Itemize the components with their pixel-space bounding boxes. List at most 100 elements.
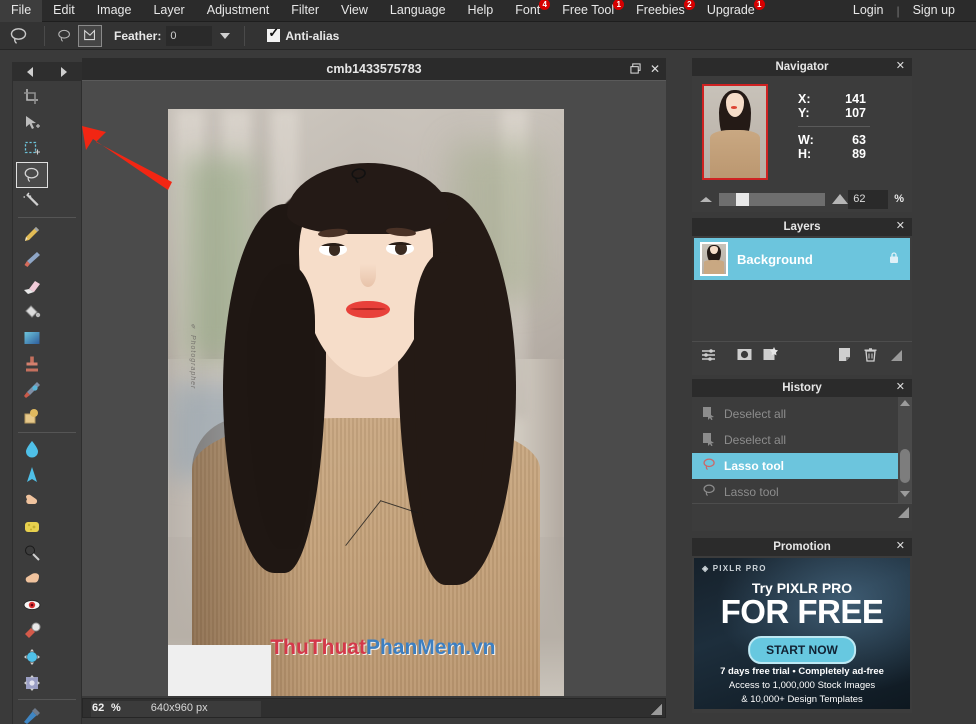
- menu-item-edit[interactable]: Edit: [42, 0, 86, 22]
- navigator-divider: [798, 126, 870, 127]
- menu-label: Language: [390, 3, 446, 17]
- scroll-down-arrow-icon[interactable]: [900, 491, 910, 497]
- layer-settings-icon[interactable]: [700, 347, 716, 363]
- history-list[interactable]: Deselect all Deselect all Lasso tool Las…: [692, 397, 912, 503]
- zoom-slider-track[interactable]: [719, 193, 825, 206]
- close-icon[interactable]: ✕: [896, 539, 905, 552]
- navigator-thumbnail[interactable]: [702, 84, 768, 180]
- scroll-up-arrow-icon[interactable]: [900, 400, 910, 406]
- menu-item-filter[interactable]: Filter: [280, 0, 330, 22]
- menu-item-file[interactable]: File: [0, 0, 42, 22]
- paint-bucket-tool[interactable]: [16, 299, 48, 325]
- delete-layer-icon[interactable]: [862, 347, 878, 363]
- login-link[interactable]: Login: [842, 0, 895, 22]
- zoom-in-large-icon[interactable]: [832, 194, 848, 204]
- promotion-ad-banner[interactable]: ◈ PIXLR PRO Try PIXLR PRO FOR FREE START…: [694, 558, 910, 709]
- close-icon[interactable]: ✕: [896, 380, 905, 393]
- menu-item-language[interactable]: Language: [379, 0, 457, 22]
- options-divider-2: [244, 26, 245, 46]
- tools-panel-header: [13, 63, 81, 81]
- clone-stamp-tool[interactable]: [16, 351, 48, 377]
- layer-row[interactable]: Background: [694, 238, 910, 280]
- zoom-value-field[interactable]: 62: [848, 190, 888, 209]
- menu-item-layer[interactable]: Layer: [142, 0, 195, 22]
- history-item[interactable]: Lasso tool: [692, 479, 912, 503]
- tools-divider-3: [18, 699, 76, 700]
- lock-icon[interactable]: [888, 251, 900, 267]
- menu-badge-free-tool: 1: [613, 0, 624, 10]
- menu-item-font[interactable]: Font 4: [504, 0, 551, 22]
- lasso-polygon-mode-button[interactable]: [78, 25, 102, 47]
- start-now-button[interactable]: START NOW: [748, 636, 856, 664]
- canvas-area[interactable]: ✎ Photographer ThuThuatPhanMem.vn: [82, 80, 666, 696]
- crop-tool[interactable]: [16, 84, 48, 110]
- antialias-checkbox[interactable]: [267, 29, 280, 42]
- move-tool[interactable]: [16, 110, 48, 136]
- promotion-feature-line-3: & 10,000+ Design Templates: [694, 694, 910, 705]
- sponge-tool[interactable]: [16, 514, 48, 540]
- menu-item-view[interactable]: View: [330, 0, 379, 22]
- antialias-toggle[interactable]: Anti-alias: [267, 29, 339, 43]
- history-scrollbar[interactable]: [898, 397, 912, 503]
- restore-window-icon[interactable]: [630, 63, 641, 76]
- document-title-bar[interactable]: cmb1433575783 ✕: [82, 58, 666, 80]
- zoom-out-small-icon[interactable]: [700, 197, 712, 202]
- zoom-slider-knob[interactable]: [736, 193, 749, 206]
- menu-item-adjustment[interactable]: Adjustment: [196, 0, 281, 22]
- replace-color-tool[interactable]: [16, 377, 48, 403]
- menu-item-freebies[interactable]: Freebies 2: [625, 0, 696, 22]
- arrow-left-icon[interactable]: [27, 67, 33, 77]
- photo-canvas[interactable]: ✎ Photographer ThuThuatPhanMem.vn: [168, 109, 564, 696]
- close-icon[interactable]: ✕: [896, 59, 905, 72]
- color-picker-tool[interactable]: [16, 703, 48, 724]
- history-resize-grip-icon[interactable]: [897, 505, 909, 523]
- layer-style-icon[interactable]: [762, 347, 778, 363]
- spot-heal-tool[interactable]: [16, 618, 48, 644]
- document-action-icon: [700, 406, 718, 423]
- resize-grip-icon[interactable]: [651, 704, 662, 715]
- sharpen-tool[interactable]: [16, 462, 48, 488]
- brush-tool[interactable]: [16, 247, 48, 273]
- close-icon[interactable]: ✕: [896, 219, 905, 232]
- size-w-value: 63: [824, 133, 866, 147]
- navigator-header: Navigator ✕: [692, 58, 912, 76]
- pinch-tool[interactable]: [16, 670, 48, 696]
- scrollbar-thumb[interactable]: [900, 449, 910, 483]
- size-w-key: W:: [798, 133, 824, 147]
- gradient-tool[interactable]: [16, 325, 48, 351]
- status-zoom-value[interactable]: 62: [83, 702, 105, 714]
- coord-y-key: Y:: [798, 106, 824, 120]
- history-item-label: Deselect all: [724, 407, 786, 421]
- bloat-tool[interactable]: [16, 644, 48, 670]
- portrait-eye-right: [386, 242, 414, 254]
- history-item-selected[interactable]: Lasso tool: [692, 453, 912, 479]
- history-item[interactable]: Deselect all: [692, 401, 912, 427]
- layers-resize-grip-icon[interactable]: [888, 347, 904, 363]
- lasso-tool[interactable]: [16, 162, 48, 188]
- menu-item-free-tool[interactable]: Free Tool 1: [551, 0, 625, 22]
- tools-panel: A: [12, 62, 82, 724]
- lasso-free-mode-button[interactable]: [53, 25, 77, 47]
- pencil-tool[interactable]: [16, 221, 48, 247]
- close-icon[interactable]: ✕: [650, 63, 660, 75]
- smudge-tool[interactable]: [16, 488, 48, 514]
- layer-mask-icon[interactable]: [736, 347, 752, 363]
- drawing-tool[interactable]: [16, 403, 48, 429]
- arrow-right-icon[interactable]: [61, 67, 67, 77]
- menu-item-image[interactable]: Image: [86, 0, 143, 22]
- wand-select-tool[interactable]: [16, 188, 48, 214]
- red-eye-tool[interactable]: [16, 592, 48, 618]
- dodge-tool[interactable]: [16, 540, 48, 566]
- feather-dropdown-caret-icon[interactable]: [220, 33, 230, 39]
- history-item[interactable]: Deselect all: [692, 427, 912, 453]
- menu-label: Filter: [291, 3, 319, 17]
- duplicate-layer-icon[interactable]: [836, 347, 852, 363]
- feather-input[interactable]: [166, 26, 212, 46]
- marquee-select-tool[interactable]: [16, 136, 48, 162]
- eraser-tool[interactable]: [16, 273, 48, 299]
- blur-tool[interactable]: [16, 436, 48, 462]
- signup-link[interactable]: Sign up: [902, 0, 966, 22]
- menu-item-upgrade[interactable]: Upgrade 1: [696, 0, 766, 22]
- burn-tool[interactable]: [16, 566, 48, 592]
- menu-item-help[interactable]: Help: [457, 0, 505, 22]
